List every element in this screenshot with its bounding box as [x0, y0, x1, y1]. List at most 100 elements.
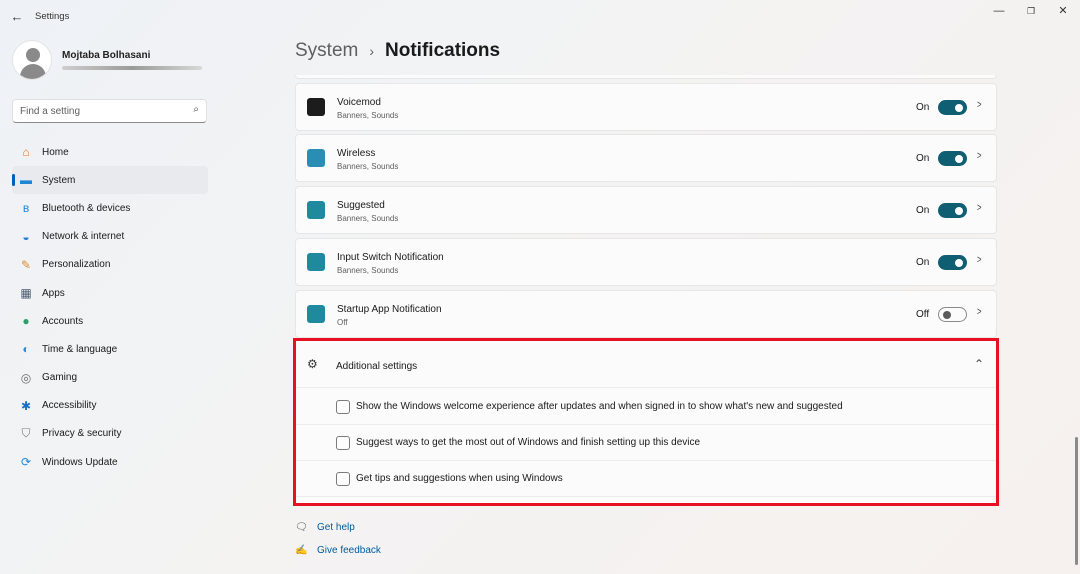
avatar-body — [20, 64, 46, 79]
app-notification-row[interactable]: Input Switch Notification Banners, Sounds… — [295, 238, 997, 286]
chevron-right-icon[interactable]: > — [977, 306, 982, 318]
get-help-label[interactable]: Get help — [317, 522, 355, 533]
scrollbar-thumb[interactable] — [1075, 437, 1078, 565]
sidebar-item-apps[interactable]: ▦ Apps — [12, 279, 208, 307]
sidebar-item-label: Privacy & security — [42, 428, 122, 440]
app-notification-row[interactable]: Wireless Banners, Sounds On > — [295, 134, 997, 182]
bluetooth-icon: ʙ — [22, 201, 30, 216]
app-notification-types: Off — [337, 318, 348, 327]
wifi-icon: ◒ — [22, 229, 30, 244]
app-title: Settings — [35, 11, 70, 22]
app-name: Voicemod — [337, 97, 381, 108]
sidebar-item-personalization[interactable]: ✎ Personalization — [12, 251, 208, 279]
toggle-state-label: On — [916, 102, 930, 113]
notification-toggle[interactable] — [938, 307, 967, 322]
toggle-knob — [955, 154, 963, 163]
chevron-right-icon[interactable]: > — [977, 254, 982, 266]
toggle-state-label: Off — [916, 309, 930, 320]
app-notification-row[interactable]: Voicemod Banners, Sounds On > — [295, 83, 997, 131]
app-name: Startup App Notification — [337, 304, 442, 315]
brush-icon: ✎ — [20, 257, 32, 272]
update-icon: ⟳ — [20, 455, 32, 470]
close-button[interactable]: ✕ — [1048, 3, 1078, 19]
get-help-link[interactable]: 🗨 Get help — [295, 520, 355, 534]
sidebar-item-home[interactable]: ⌂ Home — [12, 138, 208, 166]
toggle-state-label: On — [916, 257, 930, 268]
minimize-button[interactable]: — — [984, 3, 1014, 19]
system-icon: ▬ — [20, 173, 32, 188]
toggle-knob — [943, 310, 951, 319]
shield-icon: ⛉ — [21, 426, 31, 441]
app-notification-row[interactable]: Startup App Notification Off Off > — [295, 290, 997, 338]
sidebar-item-gaming[interactable]: ◎ Gaming — [12, 364, 208, 392]
startup-app-icon — [307, 305, 325, 323]
sidebar-item-bluetooth-devices[interactable]: ʙ Bluetooth & devices — [12, 194, 208, 222]
avatar — [12, 40, 52, 80]
sidebar-item-network-internet[interactable]: ◒ Network & internet — [12, 223, 208, 251]
give-feedback-label[interactable]: Give feedback — [317, 545, 381, 556]
globe-icon: ◐ — [22, 342, 30, 357]
sidebar-item-accounts[interactable]: ● Accounts — [12, 307, 208, 335]
toggle-knob — [955, 103, 963, 112]
chevron-right-icon[interactable]: > — [977, 150, 982, 162]
notification-toggle[interactable] — [938, 203, 967, 218]
user-name: Mojtaba Bolhasani — [62, 50, 151, 61]
sidebar-nav: ⌂ Home ▬ System ʙ Bluetooth & devices ◒ Network… — [12, 138, 208, 476]
user-profile[interactable]: Mojtaba Bolhasani — [12, 40, 212, 80]
user-email-redacted — [62, 66, 202, 70]
toggle-state-label: On — [916, 153, 930, 164]
sidebar-item-label: Accounts — [42, 315, 84, 327]
app-name: Wireless — [337, 148, 376, 159]
back-arrow-icon: ← — [10, 9, 24, 24]
apps-icon: ▦ — [20, 286, 32, 301]
app-name: Suggested — [337, 200, 385, 211]
sidebar-item-label: Windows Update — [42, 456, 118, 468]
wireless-icon — [307, 149, 325, 167]
chevron-right-icon[interactable]: > — [977, 202, 982, 214]
gamepad-icon: ◎ — [20, 370, 32, 385]
app-notification-types: Banners, Sounds — [337, 111, 399, 120]
sidebar-item-label: Time & language — [42, 343, 118, 355]
notification-toggle[interactable] — [938, 151, 967, 166]
sidebar-item-label: Home — [42, 146, 69, 158]
restore-button[interactable]: ❐ — [1016, 3, 1046, 19]
sidebar-item-label: System — [42, 174, 76, 186]
sidebar-item-label: Apps — [42, 287, 65, 299]
sidebar-item-label: Bluetooth & devices — [42, 202, 131, 214]
sidebar-item-label: Personalization — [42, 259, 111, 271]
page-title: Notifications — [385, 40, 501, 61]
sidebar-item-label: Network & internet — [42, 231, 125, 243]
breadcrumb: System › Notifications — [295, 40, 500, 66]
sidebar-item-privacy-security[interactable]: ⛉ Privacy & security — [12, 420, 208, 448]
back-button[interactable]: ← — [8, 9, 26, 25]
give-feedback-link[interactable]: ✍ Give feedback — [295, 543, 381, 557]
notification-toggle[interactable] — [938, 100, 967, 115]
input-switch-icon — [307, 253, 325, 271]
previous-card-edge — [295, 75, 997, 79]
search-input[interactable] — [20, 104, 180, 119]
title-bar: ← Settings — ❐ ✕ — [0, 0, 1080, 34]
breadcrumb-parent[interactable]: System — [295, 40, 358, 62]
notification-toggle[interactable] — [938, 255, 967, 270]
chevron-right-icon[interactable]: > — [977, 99, 982, 111]
sidebar-item-time-language[interactable]: ◐ Time & language — [12, 335, 208, 363]
app-notification-types: Banners, Sounds — [337, 162, 399, 171]
voicemod-icon — [307, 98, 325, 116]
breadcrumb-separator: › — [369, 43, 375, 59]
sidebar-item-windows-update[interactable]: ⟳ Windows Update — [12, 448, 208, 476]
accessibility-icon: ✱ — [20, 398, 32, 413]
app-notification-row[interactable]: Suggested Banners, Sounds On > — [295, 186, 997, 234]
accounts-icon: ● — [22, 314, 30, 329]
search-box[interactable]: ⌕ — [12, 99, 207, 123]
feedback-icon: ✍ — [295, 544, 308, 556]
sidebar-item-accessibility[interactable]: ✱ Accessibility — [12, 392, 208, 420]
sidebar-item-system[interactable]: ▬ System — [12, 166, 208, 195]
toggle-knob — [955, 258, 963, 267]
home-icon: ⌂ — [22, 145, 30, 160]
app-name: Input Switch Notification — [337, 252, 444, 263]
sidebar-item-label: Accessibility — [42, 400, 97, 412]
search-icon[interactable]: ⌕ — [193, 104, 199, 115]
highlight-box — [293, 338, 999, 506]
sidebar-item-label: Gaming — [42, 372, 78, 384]
active-indicator — [12, 174, 15, 187]
